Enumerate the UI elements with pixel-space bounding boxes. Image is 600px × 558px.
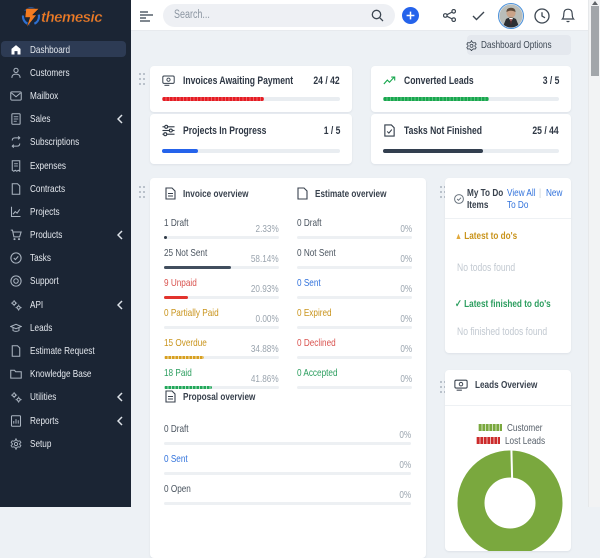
svg-text:themesic: themesic — [41, 9, 103, 26]
